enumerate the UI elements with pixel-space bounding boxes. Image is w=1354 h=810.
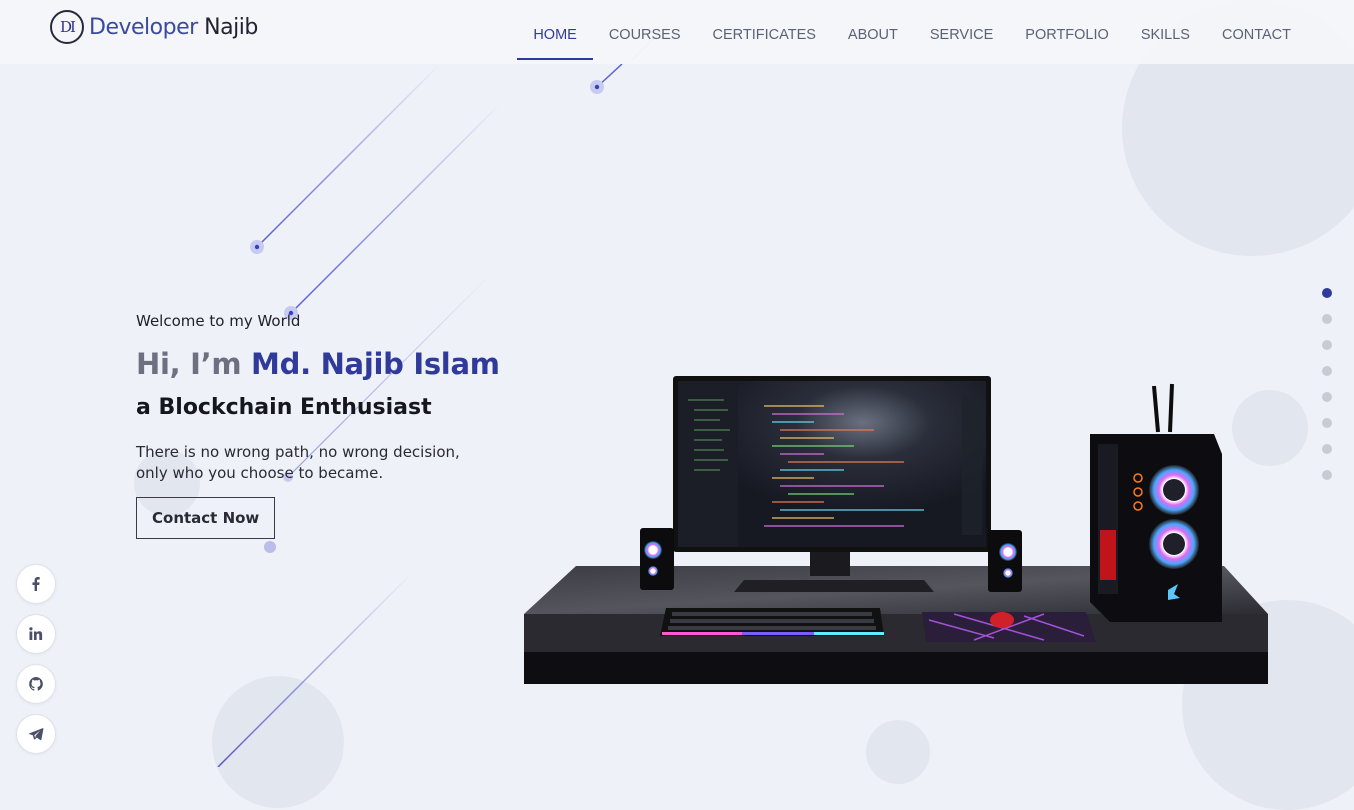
brand-logo[interactable]: DI Developer Najib [50,10,258,44]
linkedin-icon [29,627,43,640]
hero-tagline: There is no wrong path, no wrong decisio… [136,443,460,482]
contact-now-button[interactable]: Contact Now [136,497,276,539]
main-nav: HOME COURSES CERTIFICATES ABOUT SERVICE … [517,0,1307,60]
nav-about[interactable]: ABOUT [832,0,914,60]
social-links [16,564,56,764]
nav-courses[interactable]: COURSES [593,0,697,60]
hero-headline: Hi, I’m Md. Najib Islam [136,347,516,381]
section-dots [1322,288,1332,496]
section-dot-7[interactable] [1322,444,1332,454]
site-header: DI Developer Najib HOME COURSES CERTIFIC… [0,0,1354,64]
desk-setup-illustration [524,376,1268,684]
github-link[interactable] [16,664,56,704]
nav-home[interactable]: HOME [517,0,593,60]
nav-portfolio[interactable]: PORTFOLIO [1009,0,1125,60]
telegram-link[interactable] [16,714,56,754]
section-dot-4[interactable] [1322,366,1332,376]
section-dot-6[interactable] [1322,418,1332,428]
section-dot-1[interactable] [1322,288,1332,298]
section-dot-3[interactable] [1322,340,1332,350]
nav-certificates[interactable]: CERTIFICATES [697,0,832,60]
facebook-icon [32,577,40,591]
brand-name: Developer Najib [89,15,258,40]
hero-name: Md. Najib Islam [251,347,500,381]
brand-name-part2: Najib [204,14,258,40]
hero-role: a Blockchain Enthusiast [136,395,432,420]
hero-section: Welcome to my World Hi, I’m Md. Najib Is… [136,312,516,539]
facebook-link[interactable] [16,564,56,604]
telegram-icon [29,728,44,741]
section-dot-5[interactable] [1322,392,1332,402]
nav-contact[interactable]: CONTACT [1206,0,1307,60]
section-dot-8[interactable] [1322,470,1332,480]
logo-mark-icon: DI [50,10,84,44]
welcome-text: Welcome to my World [136,312,301,330]
nav-skills[interactable]: SKILLS [1125,0,1206,60]
greeting-text: Hi, I’m [136,347,242,381]
section-dot-2[interactable] [1322,314,1332,324]
brand-name-part1: Developer [89,14,198,40]
linkedin-link[interactable] [16,614,56,654]
github-icon [29,677,43,691]
nav-service[interactable]: SERVICE [914,0,1009,60]
